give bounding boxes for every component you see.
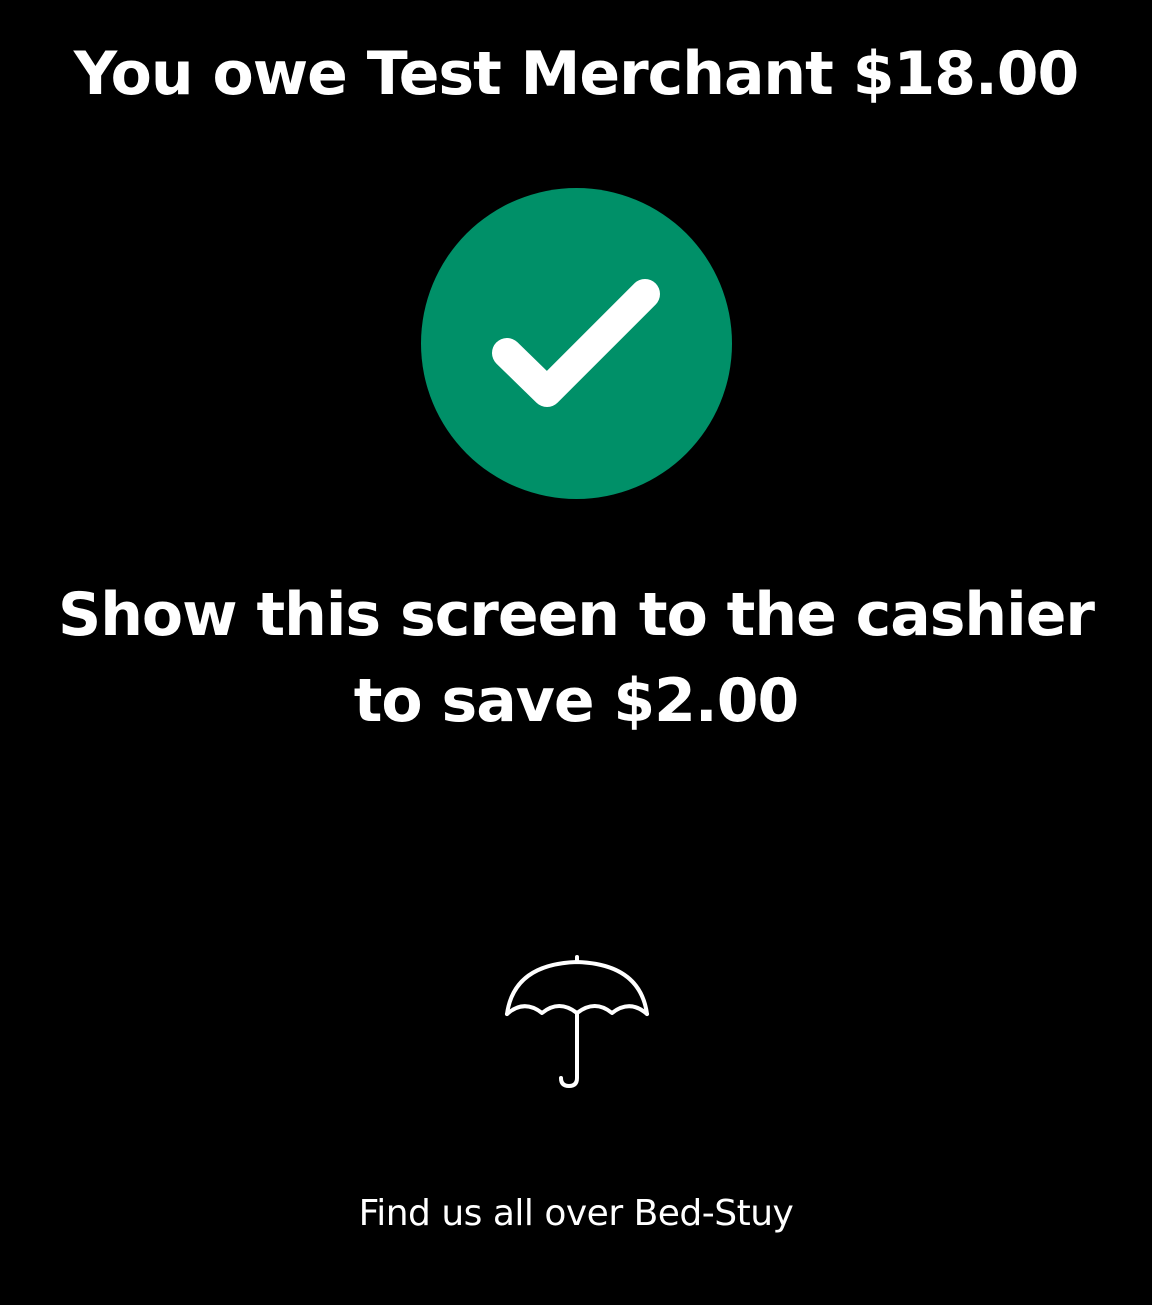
checkmark-icon [492,279,660,407]
check-circle-icon [421,188,732,499]
footer-tagline: Find us all over Bed-Stuy [358,1193,794,1234]
savings-message-line-2: to save $2.00 [353,666,799,736]
page-title: You owe Test Merchant $18.00 [73,39,1080,109]
cashier-message: Show this screen to the cashier to save … [0,572,1152,744]
umbrella-icon [505,955,649,1088]
cashier-message-line-1: Show this screen to the cashier [58,580,1095,650]
confirmation-screen: You owe Test Merchant $18.00 Show this s… [0,0,1152,1305]
